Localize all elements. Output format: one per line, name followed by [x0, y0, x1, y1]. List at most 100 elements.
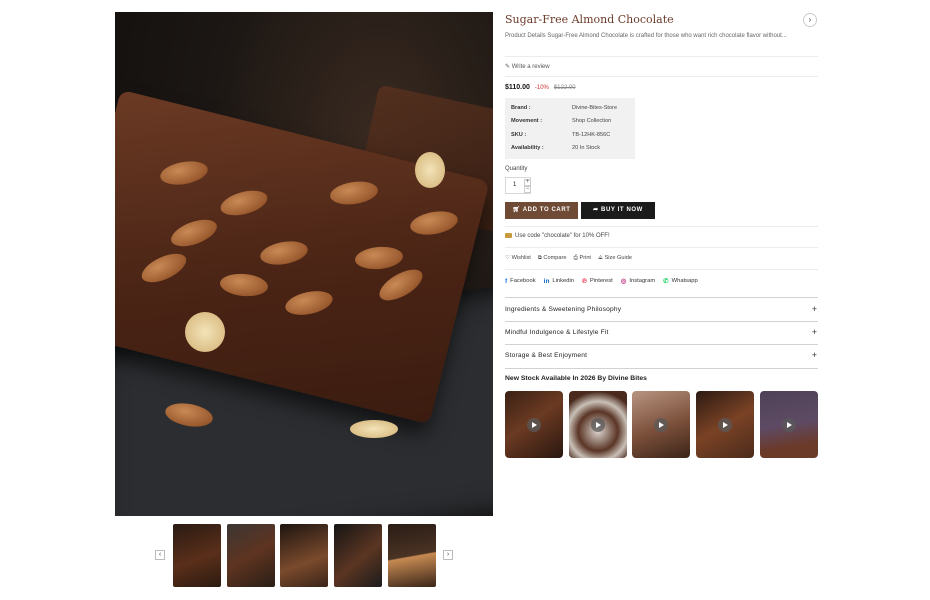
- accordion-label: Ingredients & Sweetening Philosophy: [505, 306, 622, 313]
- cart-icon: 🛒︎: [512, 207, 521, 213]
- ticket-icon: [505, 233, 512, 238]
- buy-now-label: BUY IT NOW: [601, 207, 643, 213]
- spec-row: Movement : Shop Collection: [511, 115, 629, 128]
- divider: [505, 247, 818, 248]
- product-actions: ♡ Wishlist ⧉ Compare ⎙ Print ⟁ Size Guid…: [505, 255, 632, 262]
- video-thumbnail-5[interactable]: [760, 391, 818, 458]
- price-original: $122.00: [553, 85, 576, 91]
- almond-cross-section: [185, 312, 225, 352]
- print-button[interactable]: ⎙ Print: [573, 255, 591, 262]
- ruler-icon: ⟁: [598, 255, 603, 261]
- thumbnail-next-button[interactable]: ›: [443, 550, 453, 560]
- video-thumbnail-2[interactable]: [569, 391, 627, 458]
- social-share: f Facebook in Linkedin ℗ Pinterest ◎ Instagr…: [505, 277, 698, 286]
- wishlist-label: Wishlist: [511, 255, 531, 261]
- write-review-link[interactable]: ✎ Write a review: [505, 63, 550, 70]
- thumbnail-5[interactable]: [388, 524, 436, 587]
- video-thumbnail-1[interactable]: [505, 391, 563, 458]
- plus-icon: +: [811, 350, 817, 360]
- product-description: Product Details Sugar-Free Almond Chocol…: [505, 33, 787, 39]
- quantity-decrease-button[interactable]: −: [524, 186, 531, 193]
- spec-table: Brand : Divine-Bites-Store Movement : Shop…: [505, 98, 635, 159]
- instagram-label: Instagram: [629, 278, 656, 284]
- add-to-cart-label: ADD TO CART: [522, 207, 571, 213]
- print-label: Print: [579, 255, 591, 261]
- pinterest-icon: ℗: [582, 277, 587, 285]
- thumbnail-prev-button[interactable]: ‹: [155, 550, 165, 560]
- whatsapp-link[interactable]: ✆ Whatsapp: [663, 277, 698, 285]
- video-thumbnail-4[interactable]: [696, 391, 754, 458]
- spec-value: Shop Collection: [572, 118, 612, 125]
- compare-label: Compare: [543, 255, 567, 261]
- spec-label: SKU :: [511, 131, 527, 138]
- thumbnail-4[interactable]: [334, 524, 382, 587]
- thumbnail-2[interactable]: [227, 524, 275, 587]
- compare-button[interactable]: ⧉ Compare: [538, 255, 567, 262]
- accordion-label: Mindful Indulgence & Lifestyle Fit: [505, 329, 609, 336]
- quantity-value[interactable]: 1: [513, 182, 516, 188]
- play-icon: [718, 418, 732, 432]
- quantity-stepper[interactable]: 1 + −: [505, 177, 531, 194]
- play-icon: [527, 418, 541, 432]
- stock-heading: New Stock Available In 2026 By Divine Bi…: [505, 375, 647, 382]
- quantity-label: Quantity: [505, 166, 528, 172]
- quantity-increase-button[interactable]: +: [524, 179, 531, 186]
- instagram-icon: ◎: [620, 278, 627, 285]
- price-block: $110.00 -10% $122.00: [505, 84, 576, 91]
- printer-icon: ⎙: [573, 255, 578, 261]
- chevron-right-icon[interactable]: ›: [803, 13, 817, 27]
- share-arrow-icon: ➦: [593, 207, 599, 213]
- facebook-icon: f: [505, 277, 508, 285]
- product-title: Sugar-Free Almond Chocolate: [505, 13, 674, 26]
- video-thumbnail-3[interactable]: [632, 391, 690, 458]
- thumbnail-3[interactable]: [280, 524, 328, 587]
- facebook-link[interactable]: f Facebook: [505, 277, 536, 285]
- buy-now-button[interactable]: ➦ BUY IT NOW: [581, 202, 655, 219]
- whatsapp-icon: ✆: [663, 278, 669, 285]
- play-icon: [654, 418, 668, 432]
- spec-row: Brand : Divine-Bites-Store: [511, 102, 629, 115]
- size-guide-label: Size Guide: [604, 255, 632, 261]
- spec-value: Divine-Bites-Store: [572, 105, 618, 111]
- compare-icon: ⧉: [537, 255, 542, 261]
- price-current: $110.00: [505, 84, 530, 91]
- plus-icon: +: [811, 304, 817, 314]
- spec-value: 20 In Stock: [572, 144, 600, 151]
- play-icon: [782, 418, 796, 432]
- add-to-cart-button[interactable]: 🛒︎ ADD TO CART: [505, 202, 578, 219]
- accordion-label: Storage & Best Enjoyment: [505, 352, 588, 359]
- heart-icon: ♡: [505, 255, 511, 261]
- plus-icon: +: [811, 327, 817, 337]
- whatsapp-label: Whatsapp: [671, 278, 698, 284]
- size-guide-button[interactable]: ⟁ Size Guide: [598, 255, 632, 262]
- divider: [505, 297, 818, 298]
- spec-label: Movement :: [511, 118, 543, 125]
- almond-cross-section: [415, 152, 445, 188]
- accordion-storage[interactable]: Storage & Best Enjoyment +: [505, 346, 818, 368]
- linkedin-label: Linkedin: [552, 278, 575, 284]
- divider: [505, 56, 818, 57]
- spec-row: SKU : TB-12HK-856C: [511, 129, 629, 142]
- spec-row: Availability : 20 In Stock: [511, 142, 629, 155]
- wishlist-button[interactable]: ♡ Wishlist: [505, 255, 531, 262]
- accordion-lifestyle[interactable]: Mindful Indulgence & Lifestyle Fit +: [505, 323, 818, 345]
- pinterest-link[interactable]: ℗ Pinterest: [582, 277, 613, 285]
- accordion-ingredients[interactable]: Ingredients & Sweetening Philosophy +: [505, 300, 818, 322]
- divider: [505, 269, 818, 270]
- coupon-text: Use code "chocolate" for 10% OFF!: [515, 233, 610, 240]
- almond-half: [350, 420, 398, 438]
- main-product-image[interactable]: [115, 12, 493, 516]
- divider: [505, 226, 818, 227]
- pinterest-label: Pinterest: [589, 278, 613, 284]
- divider: [505, 76, 818, 77]
- facebook-label: Facebook: [510, 278, 536, 284]
- thumbnail-1[interactable]: [173, 524, 221, 587]
- divider: [505, 368, 818, 369]
- linkedin-link[interactable]: in Linkedin: [544, 277, 574, 285]
- write-review-label: Write a review: [511, 64, 550, 70]
- instagram-link[interactable]: ◎ Instagram: [621, 277, 655, 285]
- divider: [505, 344, 818, 345]
- discount-badge: -10%: [534, 85, 549, 91]
- play-icon: [591, 418, 605, 432]
- spec-label: Brand :: [511, 105, 531, 111]
